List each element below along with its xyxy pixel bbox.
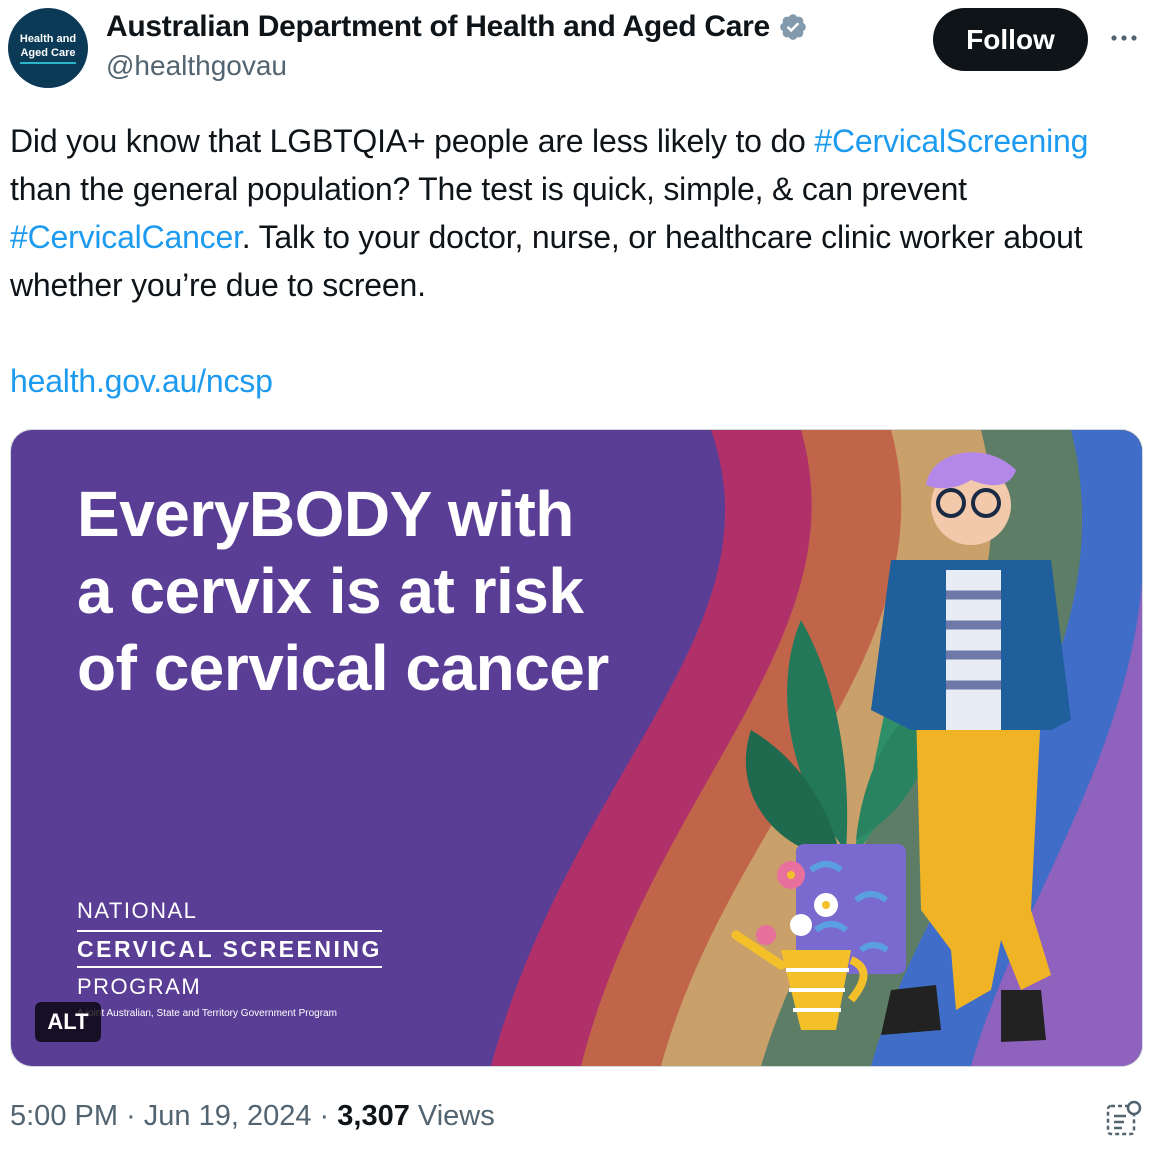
avatar[interactable]: Health and Aged Care (8, 8, 88, 88)
avatar-text-line2: Aged Care (20, 46, 76, 64)
verified-badge-icon (780, 14, 806, 40)
follow-button[interactable]: Follow (933, 8, 1088, 71)
media-headline: EveryBODY with a cervix is at risk of ce… (77, 476, 717, 707)
meta-separator: · (311, 1100, 338, 1132)
alt-text-badge[interactable]: ALT (35, 1002, 101, 1042)
logo-line-program: PROGRAM (77, 974, 202, 999)
headline-line-2: a cervix is at risk (77, 555, 584, 627)
tweet-text-part-1: Did you know that LGBTQIA+ people are le… (10, 123, 815, 159)
avatar-text-line1: Health and (19, 33, 77, 45)
hashtag-cervical-cancer[interactable]: #CervicalCancer (10, 219, 242, 255)
meta-separator: · (118, 1100, 144, 1132)
author-handle[interactable]: @healthgovau (106, 50, 287, 82)
author-display-name[interactable]: Australian Department of Health and Aged… (106, 10, 770, 44)
logo-tagline: A joint Australian, State and Territory … (77, 1008, 337, 1019)
program-logo: NATIONAL CERVICAL SCREENING PROGRAM A jo… (77, 898, 382, 1022)
tweet-url-link[interactable]: health.gov.au/ncsp (10, 363, 273, 399)
more-options-icon[interactable] (1108, 22, 1140, 54)
tweet-date[interactable]: Jun 19, 2024 (144, 1100, 312, 1132)
author-name-row: Australian Department of Health and Aged… (106, 10, 808, 44)
hashtag-cervical-screening[interactable]: #CervicalScreening (814, 123, 1088, 159)
headline-line-3: of cervical cancer (77, 632, 609, 704)
tweet-media-image[interactable]: EveryBODY with a cervix is at risk of ce… (10, 429, 1143, 1067)
grok-summary-icon[interactable] (1104, 1098, 1144, 1138)
tweet-time[interactable]: 5:00 PM (10, 1100, 118, 1132)
views-label: Views (409, 1100, 495, 1132)
views-count: 3,307 (337, 1100, 410, 1132)
tweet-text: Did you know that LGBTQIA+ people are le… (10, 117, 1140, 405)
logo-line-national: NATIONAL (77, 898, 198, 923)
tweet-meta: 5:00 PM · Jun 19, 2024 · 3,307 Views (10, 1100, 495, 1133)
tweet-body: Did you know that LGBTQIA+ people are le… (10, 117, 1140, 309)
tweet-text-part-2: than the general population? The test is… (10, 171, 967, 207)
logo-line-cervical-screening: CERVICAL SCREENING (77, 930, 382, 968)
headline-line-1: EveryBODY with (77, 478, 574, 550)
